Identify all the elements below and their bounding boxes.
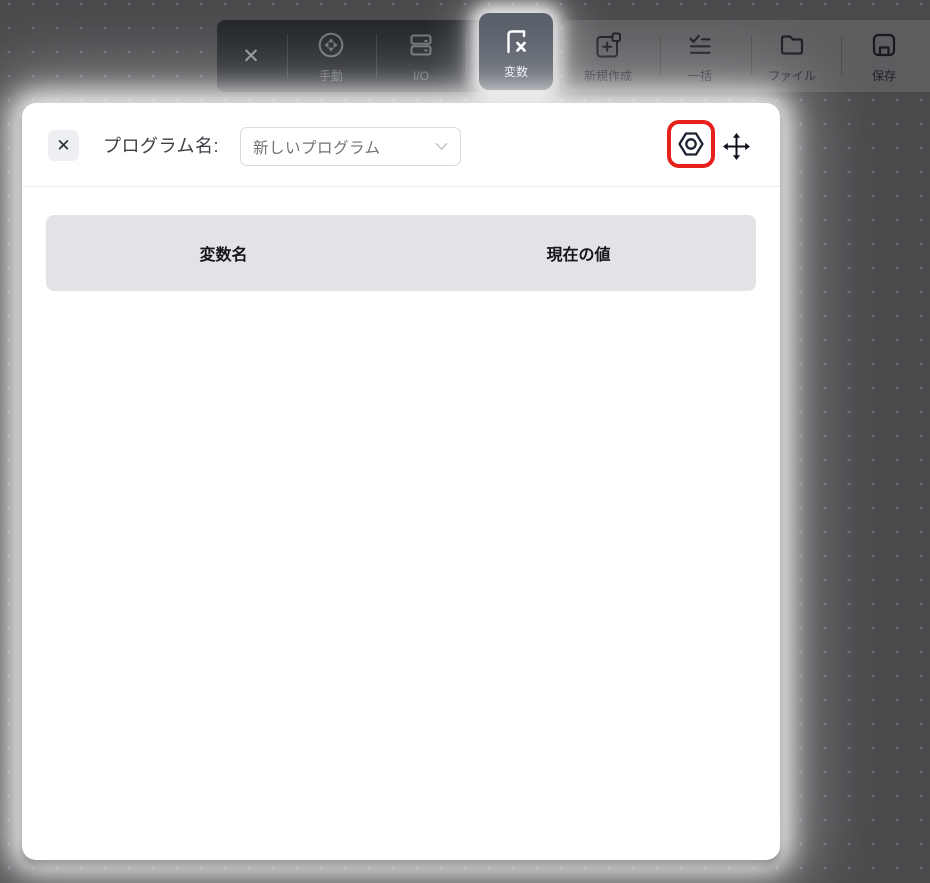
toolbar-button-label: 新規作成 bbox=[583, 69, 632, 83]
dpad-icon bbox=[316, 30, 346, 65]
gear-icon bbox=[676, 129, 706, 159]
toolbar-button-label: ファイル bbox=[767, 69, 816, 83]
file-folder-icon bbox=[777, 30, 807, 65]
toolbar-button-label: I/O bbox=[412, 69, 429, 83]
toolbar-button-io[interactable]: I/O bbox=[382, 20, 460, 92]
toolbar-button-variables-active[interactable]: 変数 bbox=[479, 13, 553, 90]
toolbar-divider bbox=[287, 34, 288, 78]
move-handle[interactable] bbox=[722, 132, 751, 161]
toolbar-button-new[interactable]: 新規作成 bbox=[562, 20, 654, 92]
toolbar-button-file[interactable]: ファイル bbox=[746, 20, 838, 92]
toolbar-divider bbox=[376, 34, 377, 78]
column-header-variable-name: 変数名 bbox=[199, 247, 248, 264]
program-name-label: プログラム名: bbox=[103, 136, 219, 156]
variables-table-empty-body bbox=[46, 291, 756, 851]
variables-dialog: ✕ プログラム名: 新しいプログラム 変数名 現在の値 bbox=[22, 103, 780, 860]
save-disk-icon bbox=[869, 30, 899, 65]
toolbar-divider bbox=[751, 36, 752, 76]
toolbar-button-label: 保存 bbox=[871, 69, 896, 83]
program-select-value: 新しいプログラム bbox=[253, 139, 381, 157]
close-icon: ✕ bbox=[242, 44, 260, 68]
io-panel-icon bbox=[406, 30, 436, 65]
program-select[interactable]: 新しいプログラム bbox=[240, 127, 461, 166]
toolbar-right-group: 新規作成 一括 ファイル 保存 bbox=[562, 20, 930, 92]
dialog-close-button[interactable]: ✕ bbox=[48, 130, 79, 161]
toolbar-button-manual[interactable]: 手動 bbox=[292, 20, 370, 92]
toolbar-button-batch[interactable]: 一括 bbox=[654, 20, 746, 92]
column-header-current-value: 現在の値 bbox=[546, 247, 611, 264]
canvas-background: ✕ 手動 I/O 変数 新規作成 一括 ファイル 保存 ✕ プログラム名: 新し… bbox=[0, 0, 930, 883]
close-icon: ✕ bbox=[56, 135, 71, 155]
toolbar-button-save[interactable]: 保存 bbox=[838, 20, 930, 92]
toolbar-divider bbox=[841, 36, 842, 76]
variables-table-header: 変数名 現在の値 bbox=[46, 215, 756, 291]
dialog-header: ✕ プログラム名: 新しいプログラム bbox=[22, 103, 780, 187]
toolbar-divider bbox=[660, 36, 661, 76]
toolbar-button-label: 一括 bbox=[687, 69, 712, 83]
toolbar-button-label: 手動 bbox=[318, 69, 343, 83]
fx-variable-icon bbox=[501, 26, 531, 61]
new-document-icon bbox=[593, 30, 623, 65]
move-arrows-icon bbox=[722, 132, 751, 161]
settings-button[interactable] bbox=[676, 129, 706, 159]
settings-highlight-ring bbox=[667, 120, 715, 168]
toolbar-button-label: 変数 bbox=[503, 64, 528, 79]
toolbar-divider bbox=[466, 34, 467, 78]
chevron-down-icon bbox=[435, 142, 448, 151]
batch-list-icon bbox=[685, 30, 715, 65]
toolbar-close-button[interactable]: ✕ bbox=[227, 20, 275, 92]
